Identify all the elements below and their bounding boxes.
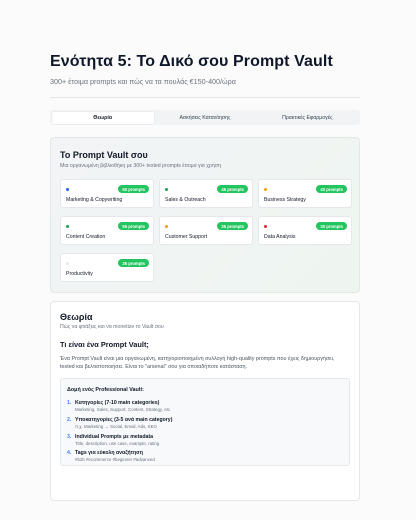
item-title: Υποκατηγορίες (3-5 ανά main category)	[75, 417, 173, 423]
category-name: Content Creation	[66, 234, 106, 240]
vault-structure-box: Δομή ενός Professional Vault: 1. Κατηγορ…	[60, 378, 350, 466]
divider	[50, 97, 360, 98]
tab-bar: Θεωρία Ασκήσεις Κατανόησης Πρακτικές Εφα…	[50, 110, 360, 125]
item-title: Individual Prompts με metadata	[75, 434, 153, 440]
category-name: Sales & Outreach	[165, 197, 206, 203]
category-dot-icon	[165, 225, 168, 228]
category-dot-icon	[66, 188, 69, 191]
category-card[interactable]: 60 prompts Marketing & Copywriting	[60, 179, 154, 208]
prompt-count-badge: 60 prompts	[118, 185, 149, 193]
category-name: Productivity	[66, 271, 93, 277]
category-name: Customer Support	[165, 234, 208, 240]
item-number: 4.	[67, 450, 72, 456]
vault-description: Μια οργανωμένη βιβλιοθήκη με 300+ tested…	[60, 163, 221, 169]
item-title: Tags για εύκολη αναζήτηση	[75, 450, 143, 456]
item-detail: π.χ. Marketing → Social, Email, Ads, SEO	[75, 424, 157, 429]
item-number: 2.	[67, 417, 72, 423]
theory-question: Τι είναι ένα Prompt Vault;	[60, 340, 149, 349]
theory-panel: Θεωρία Πώς να φτιάξεις και να monetize τ…	[50, 301, 360, 501]
page: Ενότητα 5: Το Δικό σου Prompt Vault 300+…	[0, 0, 416, 520]
prompt-count-badge: 35 prompts	[217, 222, 248, 230]
item-number: 3.	[67, 434, 72, 440]
category-name: Data Analysis	[264, 234, 296, 240]
category-card[interactable]: 30 prompts Data Analysis	[258, 216, 352, 245]
category-card[interactable]: 35 prompts Customer Support	[159, 216, 253, 245]
prompt-vault-panel: Το Prompt Vault σου Μια οργανωμένη βιβλι…	[50, 137, 360, 293]
category-dot-icon	[165, 188, 168, 191]
prompt-count-badge: 45 prompts	[217, 185, 248, 193]
item-detail: #b2b #ecommerce #beginner #advanced	[75, 457, 155, 462]
category-dot-icon	[66, 262, 69, 265]
category-card[interactable]: 40 prompts Business Strategy	[258, 179, 352, 208]
category-card[interactable]: 35 prompts Productivity	[60, 253, 154, 282]
item-number: 1.	[67, 400, 72, 406]
item-detail: Marketing, Sales, Support, Content, Stra…	[75, 407, 172, 412]
page-subtitle: 300+ έτοιμα prompts και πώς να τα πουλάς…	[50, 77, 236, 86]
tab-theory[interactable]: Θεωρία	[51, 111, 154, 124]
tab-practical-applications[interactable]: Πρακτικές Εφαρμογές	[256, 112, 358, 124]
theory-title: Θεωρία	[60, 312, 93, 322]
category-name: Marketing & Copywriting	[66, 197, 123, 203]
prompt-count-badge: 40 prompts	[316, 185, 347, 193]
theory-paragraph: Ένα Prompt Vault είναι μια οργανωμένη, κ…	[60, 356, 335, 370]
item-detail: Title, description, use case, example, r…	[75, 441, 160, 446]
category-card[interactable]: 45 prompts Sales & Outreach	[159, 179, 253, 208]
category-dot-icon	[264, 225, 267, 228]
category-name: Business Strategy	[264, 197, 306, 203]
structure-title: Δομή ενός Professional Vault:	[67, 387, 144, 393]
page-title: Ενότητα 5: Το Δικό σου Prompt Vault	[50, 53, 333, 70]
category-dot-icon	[66, 225, 69, 228]
item-title: Κατηγορίες (7-10 main categories)	[75, 400, 160, 406]
category-card[interactable]: 55 prompts Content Creation	[60, 216, 154, 245]
prompt-count-badge: 30 prompts	[316, 222, 347, 230]
category-dot-icon	[264, 188, 267, 191]
theory-description: Πώς να φτιάξεις και να monetize το Vault…	[60, 324, 164, 330]
prompt-count-badge: 35 prompts	[118, 259, 149, 267]
tab-comprehension-exercises[interactable]: Ασκήσεις Κατανόησης	[154, 112, 256, 124]
vault-title: Το Prompt Vault σου	[60, 150, 148, 160]
prompt-count-badge: 55 prompts	[118, 222, 149, 230]
